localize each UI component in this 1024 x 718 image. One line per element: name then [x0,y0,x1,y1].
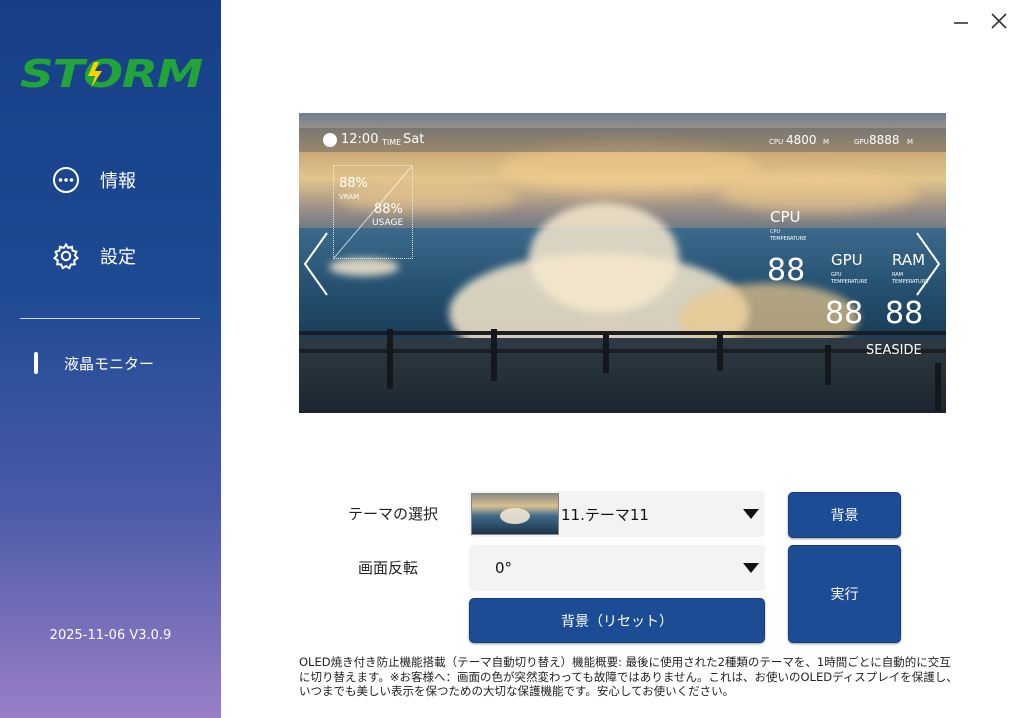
dropdown-caret-icon [743,563,759,573]
railing-post [491,329,497,381]
theme-select-label: テーマの選択 [348,505,439,523]
cpu-temp-sub: CPU [770,229,781,235]
gpu-clock-label: GPU [854,138,869,146]
sidebar-item-label: 情報 [100,171,136,192]
gpu-temp-value: 88 [825,296,864,331]
ram-sub: RAM [892,272,904,278]
storm-logo: STORM [20,54,202,94]
sidebar-item-label: 設定 [100,247,136,268]
sidebar-divider [20,318,200,319]
theme-select-value: 11.テーマ11 [561,505,649,524]
theme-name-label: SEASIDE [866,343,922,358]
wave-splash [529,203,679,313]
railing [299,349,946,353]
sidebar-item-settings[interactable]: 設定 [52,239,136,273]
day-value: Sat [403,132,425,147]
chevron-right-icon [916,232,941,296]
railing-post [935,363,941,411]
more-circle-icon [52,166,80,194]
usage-value: 88% [374,202,403,217]
cpu-temp-caption: TEMPERATURE [770,236,807,242]
gpu-clock-unit: M [907,138,914,146]
railing-post [387,329,393,389]
svg-text:STORM: STORM [20,54,202,94]
active-indicator [34,352,38,374]
railing-post [717,335,723,371]
time-label: TIME [382,138,402,147]
wave-splash [329,258,399,276]
minimize-button[interactable] [948,10,974,32]
gpu-temp-sub: GPU [831,272,842,278]
oled-protection-note: OLED焼き付き防止機能搭載（テーマ自動切り替え）機能概要: 最後に使用された2… [299,655,958,698]
reset-background-button[interactable]: 背景（リセット） [469,598,765,643]
thumbnail-splash [500,508,530,524]
vram-label: VRAM [339,193,360,201]
gear-icon [52,242,80,270]
sidebar-item-info[interactable]: 情報 [52,163,136,197]
background-button[interactable]: 背景 [788,492,901,538]
close-icon [991,13,1007,29]
dropdown-caret-icon [743,509,759,519]
usage-label: USAGE [372,218,404,228]
cloud [719,173,919,213]
cpu-temp-title: CPU [770,208,801,226]
sidebar-item-lcd-monitor[interactable]: 液晶モニター [34,352,154,374]
theme-preview: 12:00 TIME Sat CPU 4800 M GPU 8888 M 88%… [299,113,946,413]
cpu-clock-value: 4800 [786,133,817,147]
sidebar: STORM 情報 設定 液晶モニター 2025-11-06 V3.0.9 [0,0,221,718]
cpu-temp-value: 88 [767,253,806,288]
previous-theme-button[interactable] [301,231,331,297]
vram-value: 88% [339,176,368,191]
theme-thumbnail [471,493,559,535]
gpu-temp-caption: TEMPERATURE [831,279,868,285]
railing-post [603,333,609,373]
next-theme-button[interactable] [913,231,943,297]
rotation-select-value: 0° [495,559,513,577]
gpu-temp-title: GPU [831,251,863,269]
run-button[interactable]: 実行 [788,545,901,643]
railing-post [825,345,831,385]
railing [299,331,946,335]
cpu-clock-unit: M [823,138,830,146]
theme-select[interactable]: 11.テーマ11 [469,491,765,537]
version-label: 2025-11-06 V3.0.9 [49,628,172,643]
clock-icon [323,133,337,147]
sidebar-item-label: 液晶モニター [64,354,155,373]
gpu-clock-value: 8888 [869,133,900,147]
chevron-left-icon [303,232,328,296]
rotation-select-label: 画面反転 [358,559,419,577]
cpu-clock-label: CPU [769,138,784,146]
close-button[interactable] [986,10,1012,32]
minimize-icon [954,22,968,24]
ram-value: 88 [885,296,924,331]
rotation-select[interactable]: 0° [469,545,765,591]
time-value: 12:00 [341,132,379,147]
